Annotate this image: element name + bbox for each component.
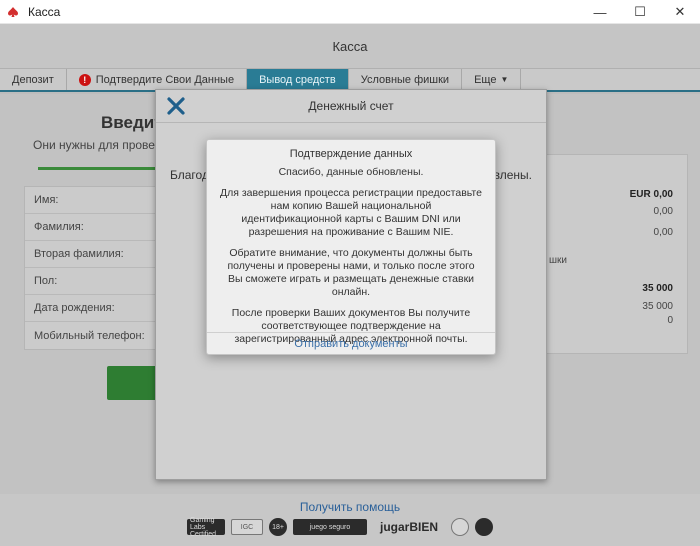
personal-data-form: Имя: Фамилия: Вторая фамилия: Пол: Дата …: [24, 186, 159, 350]
window-title: Касса: [28, 4, 61, 19]
field-label: Дата рождения:: [34, 302, 115, 314]
tab-deposit[interactable]: Депозит: [0, 69, 67, 90]
window-titlebar: Касса — ☐ ✕: [0, 0, 700, 24]
tab-label: Еще: [474, 73, 497, 86]
tab-label: Условные фишки: [360, 73, 450, 86]
tab-label: Депозит: [12, 73, 54, 86]
tab-more[interactable]: Еще ▼: [462, 69, 522, 90]
igc-logo: IGC: [231, 519, 263, 535]
field-birth-date[interactable]: Дата рождения:: [25, 295, 158, 322]
warning-icon: !: [78, 73, 91, 86]
app-header: Касса: [0, 24, 700, 69]
field-last-name[interactable]: Фамилия:: [25, 214, 158, 241]
seal-icon: [475, 518, 493, 536]
balance-total: EUR 0,00: [629, 189, 673, 200]
spade-icon: [6, 5, 20, 19]
dialog-thanks: Спасибо, данные обновлены.: [278, 166, 424, 178]
tab-bonus-chips[interactable]: Условные фишки: [349, 69, 463, 90]
minimize-button[interactable]: —: [580, 0, 620, 24]
dialog-title: Подтверждение данных: [289, 148, 413, 160]
cash-account-title: Денежный счет: [308, 99, 394, 113]
gaming-labs-logo: Gaming Labs Certified: [187, 517, 225, 538]
submit-button[interactable]: [107, 366, 162, 400]
certification-logos: Gaming Labs Certified IGC 18+ juego segu…: [187, 517, 493, 538]
tab-label: Вывод средств: [259, 73, 336, 86]
dialog-footer: Отправить документы: [207, 332, 495, 354]
field-label: Вторая фамилия:: [34, 248, 124, 260]
dialog-paragraph-notice: Обратите внимание, что документы должны …: [227, 247, 475, 298]
points-line-2: 0: [667, 315, 673, 326]
field-second-last-name[interactable]: Вторая фамилия:: [25, 241, 158, 268]
points-label: шки: [549, 255, 567, 266]
field-label: Пол:: [34, 275, 58, 287]
field-label: Мобильный телефон:: [34, 329, 145, 342]
jugarbien-logo: jugarBIEN: [379, 520, 438, 534]
close-window-button[interactable]: ✕: [660, 0, 700, 24]
points-total: 35 000: [642, 283, 673, 294]
field-first-name[interactable]: Имя:: [25, 187, 158, 214]
tab-verify-data[interactable]: ! Подтвердите Свои Данные: [67, 69, 248, 90]
field-label: Имя:: [34, 194, 59, 206]
tab-label: Подтвердите Свои Данные: [95, 73, 235, 86]
balance-line-2: 0,00: [653, 227, 673, 238]
balance-line-1: 0,00: [653, 206, 673, 217]
points-line-1: 35 000: [642, 301, 673, 312]
field-label: Фамилия:: [34, 221, 84, 233]
data-confirmation-dialog: Подтверждение данных Спасибо, данные обн…: [206, 139, 496, 355]
close-icon[interactable]: [166, 96, 186, 116]
footer: Получить помощь Gaming Labs Certified IG…: [0, 494, 700, 546]
get-help-link[interactable]: Получить помощь: [0, 500, 700, 514]
dialog-paragraph-documents: Для завершения процесса регистрации пред…: [220, 187, 482, 238]
maximize-button[interactable]: ☐: [620, 0, 660, 24]
juego-seguro-logo: juego seguro: [293, 519, 367, 535]
age-18-icon: 18+: [269, 518, 287, 536]
cash-account-header: Денежный счет: [156, 90, 546, 123]
field-gender[interactable]: Пол:: [25, 268, 158, 295]
progress-bar: [38, 167, 158, 170]
send-documents-button[interactable]: Отправить документы: [294, 338, 407, 350]
app-header-title: Касса: [332, 38, 368, 54]
caret-down-icon: ▼: [500, 75, 509, 84]
hand-icon: [451, 518, 469, 536]
field-mobile-phone[interactable]: Мобильный телефон:: [25, 322, 158, 349]
form-subtitle: Они нужны для проверки: [33, 138, 174, 152]
tab-withdraw[interactable]: Вывод средств: [247, 69, 349, 90]
balance-panel: EUR 0,00 0,00 0,00 шки 35 000 35 000 0: [546, 154, 688, 354]
